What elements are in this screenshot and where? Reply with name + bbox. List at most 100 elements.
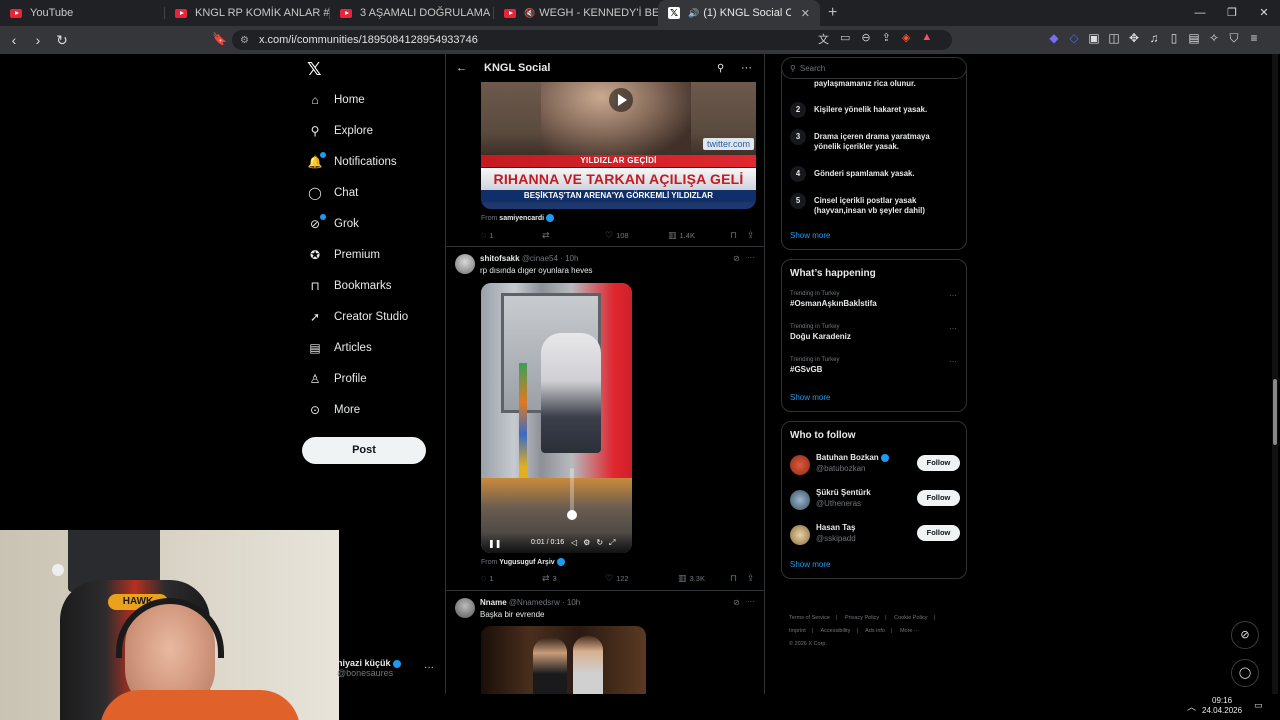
avatar[interactable] <box>455 598 475 618</box>
source-account[interactable]: Yugusuguf Arşiv <box>499 559 554 566</box>
brave-shield-icon[interactable]: ◈ <box>902 31 910 47</box>
avatar[interactable] <box>790 455 810 475</box>
page-scrollbar[interactable] <box>1272 54 1278 694</box>
avatar[interactable] <box>455 254 475 274</box>
window-close-icon[interactable]: ✕ <box>1248 0 1280 26</box>
wallet-icon[interactable]: ▤ <box>1188 31 1200 46</box>
system-clock[interactable]: 09:16 24.04.2026 <box>1202 696 1242 716</box>
extension-icon[interactable]: ◫ <box>1108 31 1120 46</box>
more-icon[interactable]: ··· <box>741 62 752 74</box>
trend-item[interactable]: Trending in Turkey Doğu Karadeniz <box>790 324 851 341</box>
like-button[interactable]: ♡ 108 <box>605 230 629 241</box>
nav-more[interactable]: ⊙ More <box>308 399 360 421</box>
back-icon[interactable]: ‹ <box>4 32 24 48</box>
footer-link[interactable]: Terms of Service <box>789 615 830 621</box>
footer-link[interactable]: More ··· <box>900 628 920 634</box>
repost-button[interactable]: ⇄ <box>542 230 553 241</box>
chevron-up-icon[interactable]: ︿ <box>1187 700 1196 713</box>
avatar[interactable] <box>790 525 810 545</box>
nav-chat[interactable]: ◯ Chat <box>308 182 358 204</box>
settings-icon[interactable]: ⚙ <box>583 538 590 548</box>
footer-link[interactable]: Privacy Policy <box>845 615 879 621</box>
reload-icon[interactable]: ↻ <box>52 32 72 49</box>
browser-tab-kngl-rp[interactable]: KNGL RP KOMİK ANLAR #14 - YouTu <box>165 0 330 26</box>
source-account[interactable]: samiyencardi <box>499 215 544 222</box>
views-button[interactable]: ▥ 3.3K <box>678 573 705 584</box>
post-video-thumbnail[interactable]: twitter.com YILDIZLAR GEÇİDİ RIHANNA VE … <box>481 82 756 209</box>
trend-more-icon[interactable]: ··· <box>949 357 957 366</box>
grok-floating-button[interactable]: ⊘ <box>1231 621 1259 649</box>
show-more-link[interactable]: Show more <box>790 231 830 240</box>
puzzle-icon[interactable]: ✥ <box>1128 31 1140 46</box>
share-button[interactable]: ⇪ <box>747 230 755 241</box>
follow-button[interactable]: Follow <box>917 525 960 541</box>
trend-more-icon[interactable]: ··· <box>949 324 957 333</box>
post-button[interactable]: Post <box>302 437 426 464</box>
minimize-icon[interactable]: — <box>1184 0 1216 26</box>
suggestion-name[interactable]: Batuhan Bozkan <box>816 453 889 462</box>
footer-link[interactable]: Ads info <box>865 628 885 634</box>
volume-slider[interactable] <box>567 468 577 520</box>
leo-icon[interactable]: ✧ <box>1208 31 1220 46</box>
trend-item[interactable]: Trending in Turkey #OsmanAşkınBakİstifa <box>790 291 877 308</box>
trend-more-icon[interactable]: ··· <box>949 291 957 300</box>
nav-grok[interactable]: ⊘ Grok <box>308 213 359 235</box>
grok-post-icon[interactable]: ⊘ <box>733 598 740 607</box>
suggestion-name[interactable]: Hasan Taş <box>816 523 855 532</box>
bookmark-page-icon[interactable]: 🔖 <box>212 32 227 46</box>
post-more-icon[interactable]: ··· <box>747 597 755 606</box>
play-icon[interactable] <box>609 88 633 112</box>
follow-button[interactable]: Follow <box>917 490 960 506</box>
new-tab-icon[interactable]: + <box>828 4 837 22</box>
search-icon[interactable]: ⚲ <box>717 63 724 74</box>
nav-bookmarks[interactable]: ⊓ Bookmarks <box>308 275 391 297</box>
views-button[interactable]: ▥ 1.4K <box>668 230 695 241</box>
follow-button[interactable]: Follow <box>917 455 960 471</box>
trend-item[interactable]: Trending in Turkey #GSvGB <box>790 357 839 374</box>
bookmark-button[interactable]: ⊓ <box>730 230 737 241</box>
share-icon[interactable]: ⇪ <box>882 31 891 47</box>
pause-icon[interactable]: ❚❚ <box>488 539 501 548</box>
restore-icon[interactable]: ❐ <box>1216 0 1248 26</box>
fullscreen-icon[interactable]: ⤢ <box>609 538 615 548</box>
menu-icon[interactable]: ≡ <box>1248 31 1260 46</box>
post-image[interactable] <box>481 626 646 694</box>
vpn-icon[interactable]: ⛉ <box>1228 31 1240 46</box>
sidebar-icon[interactable]: ▯ <box>1168 31 1180 46</box>
reply-button[interactable]: ◌ 1 <box>481 230 494 240</box>
suggestion-name[interactable]: Şükrü Şentürk <box>816 488 871 497</box>
nav-notifications[interactable]: 🔔 Notifications <box>308 151 397 173</box>
nav-articles[interactable]: ▤ Articles <box>308 337 371 359</box>
loop-icon[interactable]: ↻ <box>596 538 603 548</box>
avatar[interactable] <box>790 490 810 510</box>
post-video-player[interactable]: ❚❚ 0:01 / 0:16 ◁ ⚙ ↻ ⤢ <box>481 283 632 553</box>
cast-icon[interactable]: ▭ <box>840 31 850 47</box>
translate-icon[interactable]: 文 <box>818 31 829 47</box>
extension-icon[interactable]: ◆ <box>1048 31 1060 46</box>
extension-icon[interactable]: ◇ <box>1068 31 1080 46</box>
bookmark-button[interactable]: ⊓ <box>730 573 737 584</box>
like-button[interactable]: ♡ 122 <box>605 573 629 584</box>
nav-explore[interactable]: ⚲ Explore <box>308 120 373 142</box>
nav-creator-studio[interactable]: ➚ Creator Studio <box>308 306 408 328</box>
speaker-icon[interactable]: 🔊 <box>688 8 699 19</box>
brave-rewards-icon[interactable]: ▲ <box>921 31 932 47</box>
post-author[interactable]: Nname @Nnamedsrw · 10h <box>480 598 580 607</box>
close-tab-icon[interactable]: ✕ <box>801 7 810 20</box>
browser-tab-kngl-social[interactable]: 𝕏 🔊 (1) KNGL Social Community / ✕ <box>658 0 820 26</box>
account-switcher[interactable]: niyazi küçük @bonesaures <box>337 658 401 678</box>
footer-link[interactable]: Accessibility <box>820 628 850 634</box>
grok-post-icon[interactable]: ⊘ <box>733 254 740 263</box>
zoom-icon[interactable]: ⊖ <box>861 31 870 47</box>
extension-icon[interactable]: ▣ <box>1088 31 1100 46</box>
account-more-icon[interactable]: ··· <box>424 662 434 673</box>
browser-tab-dogrulama[interactable]: 3 AŞAMALI DOĞRULAMA | Madara C <box>330 0 494 26</box>
music-icon[interactable]: ♫ <box>1148 31 1160 46</box>
site-info-icon[interactable]: ⚙ <box>240 35 249 46</box>
share-button[interactable]: ⇪ <box>747 573 755 584</box>
repost-button[interactable]: ⇄ 3 <box>542 573 557 584</box>
messages-floating-button[interactable]: ◯ <box>1231 659 1259 687</box>
footer-link[interactable]: Imprint <box>789 628 806 634</box>
footer-link[interactable]: Cookie Policy <box>894 615 927 621</box>
reply-button[interactable]: ◌ 1 <box>481 573 494 583</box>
